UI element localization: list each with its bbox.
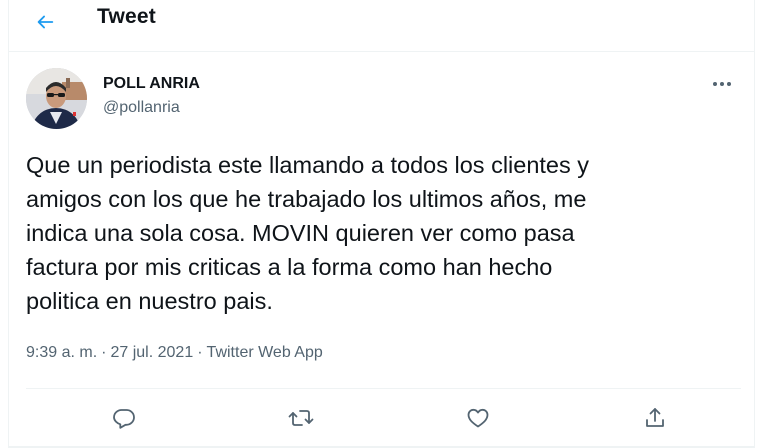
tweet-text: Que un periodista este llamando a todos … bbox=[26, 152, 590, 314]
like-icon bbox=[467, 408, 489, 428]
arrow-left-icon bbox=[37, 15, 54, 29]
avatar[interactable] bbox=[26, 68, 87, 129]
reply-icon bbox=[113, 409, 135, 429]
tweet-page: Tweet POLL ANRIA @pollanria Que un perio… bbox=[8, 0, 755, 448]
like-button[interactable] bbox=[460, 400, 496, 436]
tweet-metadata: 9:39 a. m. · 27 jul. 2021 · Twitter Web App bbox=[26, 344, 323, 362]
page-title: Tweet bbox=[97, 5, 156, 28]
tweet-timestamp[interactable]: 9:39 a. m. · 27 jul. 2021 bbox=[26, 344, 193, 361]
tweet-date: 27 jul. 2021 bbox=[110, 344, 194, 361]
meta-separator: · bbox=[197, 344, 203, 361]
share-icon bbox=[646, 408, 664, 427]
divider bbox=[26, 388, 741, 389]
retweet-icon bbox=[288, 410, 314, 426]
tweet-source[interactable]: Twitter Web App bbox=[207, 344, 323, 361]
back-button[interactable] bbox=[27, 4, 63, 40]
more-icon bbox=[713, 82, 731, 86]
avatar-photo bbox=[26, 68, 87, 129]
reply-button[interactable] bbox=[106, 400, 142, 436]
tweet-time: 9:39 a. m. bbox=[26, 344, 98, 361]
author-handle[interactable]: @pollanria bbox=[103, 99, 180, 117]
retweet-button[interactable] bbox=[283, 400, 319, 436]
author-name[interactable]: POLL ANRIA bbox=[103, 75, 200, 93]
page-header: Tweet bbox=[9, 0, 754, 52]
more-options-button[interactable] bbox=[708, 72, 736, 96]
tweet-actions bbox=[26, 396, 741, 440]
meta-separator: · bbox=[101, 344, 107, 361]
share-button[interactable] bbox=[637, 400, 673, 436]
